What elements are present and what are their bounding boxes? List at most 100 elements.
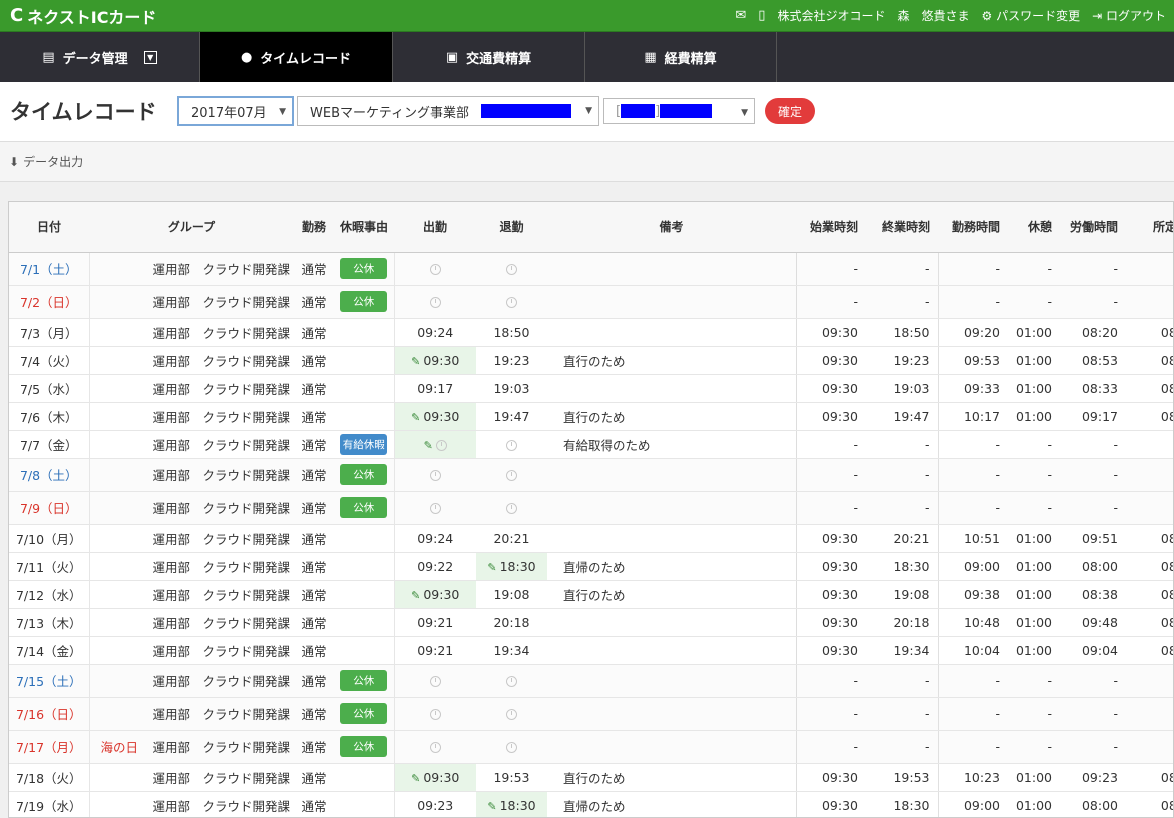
holiday-name-cell [88, 580, 149, 609]
note-cell[interactable]: 有給取得のため [547, 430, 797, 459]
note-cell[interactable]: 直行のため [547, 346, 797, 375]
note-cell[interactable] [547, 252, 797, 286]
clock-in-cell[interactable]: 09:22 [393, 552, 476, 581]
note-cell[interactable] [547, 697, 797, 731]
note-cell[interactable] [547, 374, 797, 403]
clock-out-cell[interactable]: 19:34 [476, 636, 547, 665]
clock-in-cell[interactable] [393, 252, 476, 286]
clock-out-cell[interactable] [476, 664, 547, 698]
clock-in-cell[interactable] [393, 491, 476, 525]
clock-out-cell[interactable]: 18:50 [476, 318, 547, 347]
table-row[interactable]: 7/7（金） 運用部 クラウド開発課 通常 有給休暇 ✎ 有給取得のため - - - - - [9, 430, 1173, 459]
table-row[interactable]: 7/14（金） 運用部 クラウド開発課 通常 09:21 19:34 09:30 19:34… [9, 636, 1173, 665]
clock-in-cell[interactable] [393, 664, 476, 698]
note-cell[interactable] [547, 524, 797, 553]
clock-out-cell[interactable]: 19:53 [476, 763, 547, 792]
table-row[interactable]: 7/18（火） 運用部 クラウド開発課 通常 ✎ 09:30 19:53 直行のため 09:3… [9, 763, 1173, 792]
clock-out-cell[interactable]: 19:47 [476, 402, 547, 431]
table-row[interactable]: 7/10（月） 運用部 クラウド開発課 通常 09:24 20:21 09:30 20:21… [9, 524, 1173, 553]
table-row[interactable]: 7/15（土） 運用部 クラウド開発課 通常 公休 - - - - - [9, 664, 1173, 698]
clock-in-cell[interactable]: ✎ 09:30 [393, 580, 476, 609]
employee-select[interactable]: [ ] ▼ [603, 98, 755, 124]
clock-in-cell[interactable]: 09:21 [393, 636, 476, 665]
clock-out-cell[interactable] [476, 491, 547, 525]
clock-out-cell[interactable]: 20:21 [476, 524, 547, 553]
table-row[interactable]: 7/19（水） 運用部 クラウド開発課 通常 09:23 ✎ 18:30 直帰のため 09:3… [9, 791, 1173, 817]
confirm-button[interactable]: 確定 [765, 98, 815, 124]
export-data-link[interactable]: データ出力 [23, 153, 83, 170]
table-row[interactable]: 7/4（火） 運用部 クラウド開発課 通常 ✎ 09:30 19:23 直行のため 09:30… [9, 346, 1173, 375]
table-row[interactable]: 7/16（日） 運用部 クラウド開発課 通常 公休 - - - - - [9, 697, 1173, 731]
clock-in-cell[interactable]: ✎ 09:30 [393, 346, 476, 375]
labor-hours-cell: 09:17 [1060, 402, 1126, 431]
leave-badge: 公休 [340, 258, 388, 279]
note-cell[interactable] [547, 608, 797, 637]
table-row[interactable]: 7/6（木） 運用部 クラウド開発課 通常 ✎ 09:30 19:47 直行のため 09:30… [9, 402, 1173, 431]
tab-expense[interactable]: ▦ 経費精算 [585, 32, 777, 82]
note-cell[interactable] [547, 730, 797, 764]
note-cell[interactable]: 直行のため [547, 580, 797, 609]
clock-out-cell[interactable] [476, 458, 547, 492]
clock-out-cell[interactable]: ✎ 18:30 [476, 552, 547, 581]
table-row[interactable]: 7/17（月） 海の日 運用部 クラウド開発課 通常 公休 - - - - - [9, 730, 1173, 764]
note-cell[interactable]: 直行のため [547, 763, 797, 792]
clock-in-cell[interactable] [393, 285, 476, 319]
note-cell[interactable] [547, 458, 797, 492]
note-cell[interactable] [547, 636, 797, 665]
note-cell[interactable] [547, 664, 797, 698]
tab-transport-expense[interactable]: ▣ 交通費精算 [393, 32, 585, 82]
clock-out-cell[interactable]: 19:08 [476, 580, 547, 609]
note-cell[interactable]: 直帰のため [547, 791, 797, 817]
clock-out-cell[interactable] [476, 430, 547, 459]
table-row[interactable]: 7/3（月） 運用部 クラウド開発課 通常 09:24 18:50 09:30 18:50 0… [9, 318, 1173, 347]
table-row[interactable]: 7/1（土） 運用部 クラウド開発課 通常 公休 - - - - - [9, 252, 1173, 286]
note-cell[interactable]: 直帰のため [547, 552, 797, 581]
clock-in-cell[interactable]: 09:23 [393, 791, 476, 817]
clock-in-cell[interactable]: 09:24 [393, 318, 476, 347]
department-select[interactable]: WEBマーケティング事業部 ▼ [297, 96, 599, 126]
break-cell: - [1008, 697, 1060, 731]
mobile-icon[interactable]: ▯ [758, 8, 765, 23]
clock-out-cell[interactable] [476, 252, 547, 286]
note-cell[interactable]: 直行のため [547, 402, 797, 431]
work-type-cell: 通常 [294, 697, 334, 731]
clock-in-cell[interactable]: 09:17 [393, 374, 476, 403]
clock-out-cell[interactable]: 19:23 [476, 346, 547, 375]
clock-in-cell[interactable]: ✎ [393, 430, 476, 459]
table-row[interactable]: 7/5（水） 運用部 クラウド開発課 通常 09:17 19:03 09:30 19:03 0… [9, 374, 1173, 403]
month-select[interactable]: 2017年07月 ▼ [177, 96, 294, 126]
clock-out-cell[interactable]: ✎ 18:30 [476, 791, 547, 817]
clock-out-cell[interactable]: 20:18 [476, 608, 547, 637]
chevron-down-icon[interactable]: ▼ [143, 50, 157, 64]
logout-link[interactable]: ⇥ ログアウト [1092, 7, 1166, 24]
clock-in-cell[interactable]: 09:24 [393, 524, 476, 553]
clock-in-cell[interactable]: 09:21 [393, 608, 476, 637]
password-change-link[interactable]: ⚙ パスワード変更 [981, 7, 1080, 24]
clock-out-cell[interactable] [476, 697, 547, 731]
note-cell[interactable] [547, 491, 797, 525]
clock-in-cell[interactable]: ✎ 09:30 [393, 763, 476, 792]
leave-reason-cell: 公休 [334, 730, 394, 764]
tab-time-record[interactable]: ● タイムレコード [200, 32, 393, 82]
clock-in-cell[interactable] [393, 458, 476, 492]
mail-icon[interactable]: ✉ [735, 8, 746, 23]
note-cell[interactable] [547, 318, 797, 347]
clock-in-cell[interactable] [393, 730, 476, 764]
col-clock-in: 出勤 [394, 202, 476, 253]
clock-in-cell[interactable]: ✎ 09:30 [393, 402, 476, 431]
work-hours-cell: 10:51 [937, 524, 1008, 553]
table-row[interactable]: 7/13（木） 運用部 クラウド開発課 通常 09:21 20:18 09:30 20:18… [9, 608, 1173, 637]
tab-data-management[interactable]: ▤ データ管理 ▼ [0, 32, 200, 82]
clock-out-cell[interactable]: 19:03 [476, 374, 547, 403]
table-row[interactable]: 7/9（日） 運用部 クラウド開発課 通常 公休 - - - - - [9, 491, 1173, 525]
table-row[interactable]: 7/12（水） 運用部 クラウド開発課 通常 ✎ 09:30 19:08 直行のため 09:3… [9, 580, 1173, 609]
app-logo[interactable]: C ネクストICカード [10, 4, 156, 28]
table-row[interactable]: 7/2（日） 運用部 クラウド開発課 通常 公休 - - - - - [9, 285, 1173, 319]
note-cell[interactable] [547, 285, 797, 319]
clock-out-cell[interactable] [476, 285, 547, 319]
labor-hours-cell: 08:20 [1060, 318, 1126, 347]
clock-in-cell[interactable] [393, 697, 476, 731]
clock-out-cell[interactable] [476, 730, 547, 764]
table-row[interactable]: 7/8（土） 運用部 クラウド開発課 通常 公休 - - - - - [9, 458, 1173, 492]
table-row[interactable]: 7/11（火） 運用部 クラウド開発課 通常 09:22 ✎ 18:30 直帰のため 09:3… [9, 552, 1173, 581]
